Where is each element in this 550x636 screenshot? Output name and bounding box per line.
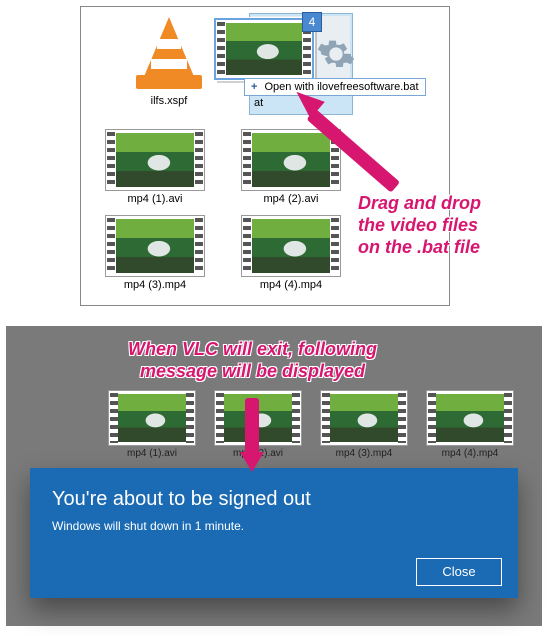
- bg-file: mp4 (4).mp4: [426, 390, 514, 459]
- file-label: ilfs.xspf: [109, 95, 229, 108]
- file-label: mp4 (2).avi: [231, 193, 351, 206]
- video-thumb-icon: [320, 390, 408, 446]
- bg-file-row: mp4 (1).avi mp4 (2).avi mp4 (3).mp4 mp4 …: [108, 390, 514, 459]
- signout-dialog: You're about to be signed out Windows wi…: [30, 468, 518, 598]
- annotation-line: the video files: [358, 214, 481, 236]
- annotation-line: When VLC will exit, following: [128, 338, 377, 360]
- file-label: mp4 (1).avi: [95, 193, 215, 206]
- tooltip-target: ilovefreesoftware.bat: [317, 81, 419, 93]
- annotation-bottom: When VLC will exit, following message wi…: [128, 338, 377, 382]
- file-label: mp4 (1).avi: [108, 448, 196, 459]
- file-xspf[interactable]: ilfs.xspf: [109, 13, 229, 108]
- close-button[interactable]: Close: [416, 558, 502, 586]
- video-thumb-icon: [105, 215, 205, 277]
- vlc-cone-icon: [134, 13, 204, 93]
- drag-ghost: [214, 18, 314, 80]
- open-with-tooltip: + Open with ilovefreesoftware.bat: [244, 78, 426, 96]
- annotation-arrow-head-icon: [240, 452, 264, 472]
- annotation-top: Drag and drop the video files on the .ba…: [358, 192, 481, 258]
- video-thumb-icon: [108, 390, 196, 446]
- file-video-4[interactable]: mp4 (4).mp4: [231, 215, 351, 292]
- video-thumb-icon: [241, 215, 341, 277]
- file-label: mp4 (3).mp4: [95, 279, 215, 292]
- plus-icon: +: [251, 81, 257, 93]
- drag-count-badge: 4: [302, 12, 322, 32]
- annotation-line: on the .bat file: [358, 236, 481, 258]
- annotation-arrow-shaft: [245, 398, 259, 456]
- video-thumb-icon: [241, 129, 341, 191]
- gear-icon: [316, 34, 356, 74]
- dialog-title: You're about to be signed out: [52, 488, 496, 511]
- file-label: mp4 (4).mp4: [426, 448, 514, 459]
- annotation-line: Drag and drop: [358, 192, 481, 214]
- bg-file: mp4 (1).avi: [108, 390, 196, 459]
- video-thumb-icon: [216, 20, 312, 78]
- file-video-1[interactable]: mp4 (1).avi: [95, 129, 215, 206]
- dialog-body: Windows will shut down in 1 minute.: [52, 519, 496, 533]
- file-label: mp4 (4).mp4: [231, 279, 351, 292]
- video-thumb-icon: [426, 390, 514, 446]
- annotation-line: message will be displayed: [128, 360, 377, 382]
- file-video-3[interactable]: mp4 (3).mp4: [95, 215, 215, 292]
- video-thumb-icon: [105, 129, 205, 191]
- file-label: mp4 (3).mp4: [320, 448, 408, 459]
- bg-file: mp4 (3).mp4: [320, 390, 408, 459]
